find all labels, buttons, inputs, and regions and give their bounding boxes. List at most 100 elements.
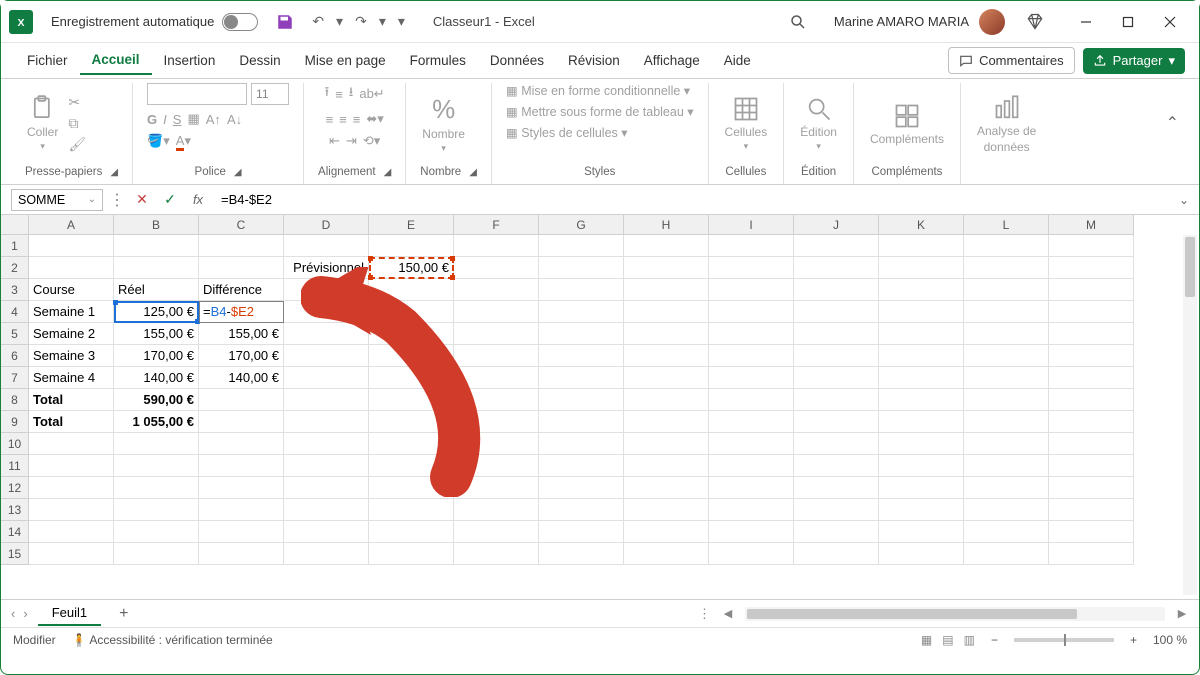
row-header-14[interactable]: 14 xyxy=(1,521,29,543)
row-header-7[interactable]: 7 xyxy=(1,367,29,389)
redo-dropdown[interactable]: ▾ xyxy=(375,11,390,32)
analyze-data-button[interactable]: Analyse de données xyxy=(975,90,1038,158)
redo-button[interactable]: ↷ xyxy=(351,11,371,32)
search-button[interactable] xyxy=(782,6,814,38)
cell-j8[interactable] xyxy=(794,389,879,411)
cell-k10[interactable] xyxy=(879,433,964,455)
fill-color-button[interactable]: 🪣▾ xyxy=(147,133,170,149)
accessibility-status[interactable]: 🧍 Accessibilité : vérification terminée xyxy=(72,633,273,647)
cell-l13[interactable] xyxy=(964,499,1049,521)
cell-a12[interactable] xyxy=(29,477,114,499)
view-page-break-icon[interactable]: ▥ xyxy=(964,633,975,647)
spreadsheet-grid[interactable]: ABCDEFGHIJKLM 123456789101112131415 Prév… xyxy=(1,215,1199,599)
row-header-6[interactable]: 6 xyxy=(1,345,29,367)
hscroll-right[interactable]: ▶ xyxy=(1175,607,1189,621)
cell-m14[interactable] xyxy=(1049,521,1134,543)
row-header-3[interactable]: 3 xyxy=(1,279,29,301)
column-header-a[interactable]: A xyxy=(29,215,114,235)
align-middle-icon[interactable]: ≡ xyxy=(335,87,343,102)
sheet-nav-prev[interactable]: ‹ xyxy=(11,606,15,621)
tab-donnees[interactable]: Données xyxy=(478,47,556,74)
cell-h2[interactable] xyxy=(624,257,709,279)
qat-customize[interactable]: ▾ xyxy=(394,11,409,32)
cell-g8[interactable] xyxy=(539,389,624,411)
cell-e12[interactable] xyxy=(369,477,454,499)
cell-d14[interactable] xyxy=(284,521,369,543)
cell-c3[interactable]: Différence xyxy=(199,279,284,301)
cell-styles-button[interactable]: ▦ Styles de cellules ▾ xyxy=(506,125,628,140)
number-format-button[interactable]: % Nombre ▾ xyxy=(420,90,467,158)
row-header-1[interactable]: 1 xyxy=(1,235,29,257)
cell-m3[interactable] xyxy=(1049,279,1134,301)
cell-h14[interactable] xyxy=(624,521,709,543)
cell-a2[interactable] xyxy=(29,257,114,279)
cell-c10[interactable] xyxy=(199,433,284,455)
cell-b8[interactable]: 590,00 € xyxy=(114,389,199,411)
cell-j12[interactable] xyxy=(794,477,879,499)
border-button[interactable]: ▦ xyxy=(187,111,199,127)
cell-b14[interactable] xyxy=(114,521,199,543)
cell-i5[interactable] xyxy=(709,323,794,345)
column-header-i[interactable]: I xyxy=(709,215,794,235)
cell-a8[interactable]: Total xyxy=(29,389,114,411)
cell-i10[interactable] xyxy=(709,433,794,455)
cell-k1[interactable] xyxy=(879,235,964,257)
cell-d9[interactable] xyxy=(284,411,369,433)
cell-e15[interactable] xyxy=(369,543,454,565)
cell-f5[interactable] xyxy=(454,323,539,345)
cell-g2[interactable] xyxy=(539,257,624,279)
font-color-button[interactable]: A▾ xyxy=(176,133,191,149)
align-center-icon[interactable]: ≡ xyxy=(339,112,347,127)
tab-dessin[interactable]: Dessin xyxy=(227,47,292,74)
cell-l11[interactable] xyxy=(964,455,1049,477)
cell-f12[interactable] xyxy=(454,477,539,499)
cell-a3[interactable]: Course xyxy=(29,279,114,301)
column-header-f[interactable]: F xyxy=(454,215,539,235)
cell-b1[interactable] xyxy=(114,235,199,257)
cell-a14[interactable] xyxy=(29,521,114,543)
cell-k7[interactable] xyxy=(879,367,964,389)
cell-k4[interactable] xyxy=(879,301,964,323)
cell-j13[interactable] xyxy=(794,499,879,521)
cell-h12[interactable] xyxy=(624,477,709,499)
decrease-indent-icon[interactable]: ⇤ xyxy=(329,133,340,149)
active-editing-cell-c4[interactable]: =B4-$E2 xyxy=(199,301,284,323)
cell-f1[interactable] xyxy=(454,235,539,257)
cell-g3[interactable] xyxy=(539,279,624,301)
cell-h10[interactable] xyxy=(624,433,709,455)
cell-m1[interactable] xyxy=(1049,235,1134,257)
clipboard-dialog-launcher[interactable]: ◢ xyxy=(110,167,118,178)
cell-h13[interactable] xyxy=(624,499,709,521)
cell-e14[interactable] xyxy=(369,521,454,543)
cell-j5[interactable] xyxy=(794,323,879,345)
cell-f15[interactable] xyxy=(454,543,539,565)
row-header-8[interactable]: 8 xyxy=(1,389,29,411)
cell-m12[interactable] xyxy=(1049,477,1134,499)
cell-m9[interactable] xyxy=(1049,411,1134,433)
cell-f8[interactable] xyxy=(454,389,539,411)
increase-font-icon[interactable]: A↑ xyxy=(206,112,221,127)
tab-fichier[interactable]: Fichier xyxy=(15,47,80,74)
row-header-15[interactable]: 15 xyxy=(1,543,29,565)
align-left-icon[interactable]: ≡ xyxy=(326,112,334,127)
cell-f9[interactable] xyxy=(454,411,539,433)
bold-button[interactable]: G xyxy=(147,112,157,127)
column-header-j[interactable]: J xyxy=(794,215,879,235)
row-header-12[interactable]: 12 xyxy=(1,477,29,499)
cell-i11[interactable] xyxy=(709,455,794,477)
premium-diamond-icon[interactable] xyxy=(1025,12,1045,32)
cell-e9[interactable] xyxy=(369,411,454,433)
cell-k2[interactable] xyxy=(879,257,964,279)
cell-c12[interactable] xyxy=(199,477,284,499)
formula-bar-expand[interactable]: ⌄ xyxy=(1179,193,1189,207)
cell-c11[interactable] xyxy=(199,455,284,477)
undo-dropdown[interactable]: ▾ xyxy=(332,11,347,32)
name-box[interactable]: SOMME ⌄ xyxy=(11,189,103,211)
share-button[interactable]: Partager ▾ xyxy=(1083,48,1185,74)
column-header-g[interactable]: G xyxy=(539,215,624,235)
cell-l12[interactable] xyxy=(964,477,1049,499)
cell-l5[interactable] xyxy=(964,323,1049,345)
cell-d6[interactable] xyxy=(284,345,369,367)
cell-e4[interactable] xyxy=(369,301,454,323)
cell-l15[interactable] xyxy=(964,543,1049,565)
